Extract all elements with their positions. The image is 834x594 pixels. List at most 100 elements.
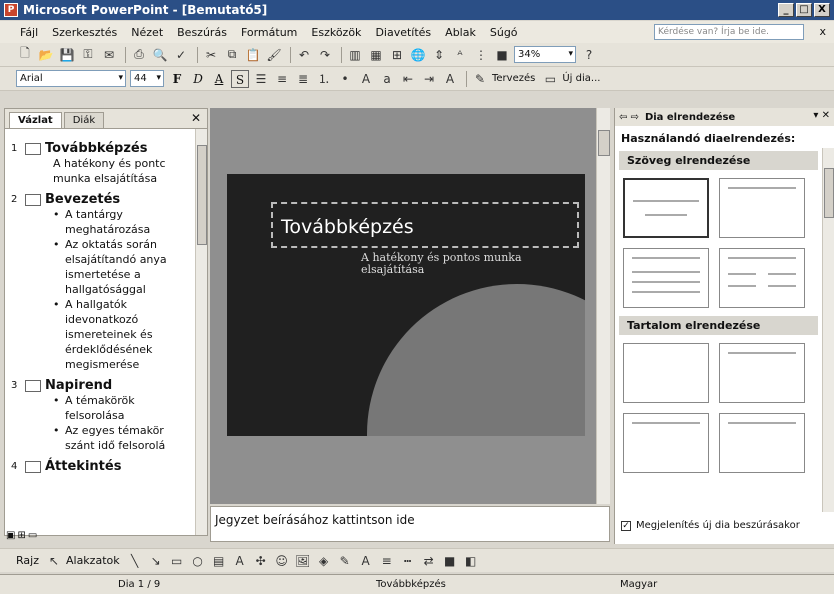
rectangle-icon[interactable]: ▭ (168, 552, 186, 570)
align-left-icon[interactable]: ☰ (252, 70, 270, 88)
tab-outline[interactable]: Vázlat (9, 112, 62, 128)
chart-icon[interactable]: ▥ (346, 46, 364, 64)
draw-menu[interactable]: Rajz (16, 554, 39, 567)
layout-title-two-content[interactable] (719, 413, 805, 473)
open-folder-icon[interactable]: 📂 (37, 46, 55, 64)
menu-slideshow[interactable]: Diavetítés (375, 26, 431, 39)
line-color-icon[interactable]: ✎ (336, 552, 354, 570)
bold-button[interactable]: F (168, 70, 186, 88)
outline-scrollbar[interactable] (195, 129, 207, 535)
slideshow-icon[interactable]: ▭ (28, 530, 37, 541)
color-grayscale-icon[interactable]: ■ (493, 46, 511, 64)
permission-icon[interactable]: ⚿ (79, 46, 97, 64)
email-icon[interactable]: ✉ (100, 46, 118, 64)
tab-slides[interactable]: Diák (63, 112, 105, 128)
redo-icon[interactable]: ↷ (316, 46, 334, 64)
font-color-icon[interactable]: A (357, 552, 375, 570)
slide-title[interactable]: Továbbképzés (281, 216, 414, 238)
bullets-icon[interactable]: • (336, 70, 354, 88)
wordart-icon[interactable]: A (231, 552, 249, 570)
align-right-icon[interactable]: ≣ (294, 70, 312, 88)
layout-title-text[interactable] (623, 248, 709, 308)
outline-slide-2[interactable]: 2 Bevezetés (11, 192, 197, 207)
help-search-input[interactable]: Kérdése van? Írja be ide. (654, 24, 804, 40)
menu-window[interactable]: Ablak (445, 26, 476, 39)
show-formatting-icon[interactable]: ᴬ (451, 46, 469, 64)
slide-sorter-icon[interactable]: ⊞ (17, 530, 25, 541)
arrow-style-icon[interactable]: ⇄ (420, 552, 438, 570)
paste-icon[interactable]: 📋 (244, 46, 262, 64)
grid-icon[interactable]: ⋮ (472, 46, 490, 64)
menu-tools[interactable]: Eszközök (311, 26, 361, 39)
decrease-indent-icon[interactable]: ⇤ (399, 70, 417, 88)
copy-icon[interactable]: ⧉ (223, 46, 241, 64)
cut-icon[interactable]: ✂ (202, 46, 220, 64)
menu-view[interactable]: Nézet (131, 26, 163, 39)
save-icon[interactable]: 💾 (58, 46, 76, 64)
layout-title-only[interactable] (719, 178, 805, 238)
table-icon[interactable]: ▦ (367, 46, 385, 64)
task-pane-scrollbar[interactable] (822, 148, 834, 512)
underline-button[interactable]: A (210, 70, 228, 88)
format-painter-icon[interactable]: 🖌 (265, 46, 283, 64)
close-button[interactable]: X (814, 3, 830, 17)
design-button[interactable]: Tervezés (492, 73, 535, 84)
line-style-icon[interactable]: ≡ (378, 552, 396, 570)
minimize-button[interactable]: _ (778, 3, 794, 17)
document-close-icon[interactable]: x (819, 25, 826, 38)
outline-slide-1[interactable]: 1 Továbbképzés (11, 141, 197, 156)
close-icon[interactable]: ✕ (191, 111, 201, 125)
slide-canvas[interactable]: Továbbképzés A hatékony és pontos munka e… (227, 174, 585, 436)
font-name-select[interactable]: Arial (16, 70, 126, 87)
diagram-icon[interactable]: ✣ (252, 552, 270, 570)
menu-edit[interactable]: Szerkesztés (52, 26, 117, 39)
oval-icon[interactable]: ○ (189, 552, 207, 570)
clipart-icon[interactable]: ☺ (273, 552, 291, 570)
expand-all-icon[interactable]: ⇕ (430, 46, 448, 64)
italic-button[interactable]: D (189, 70, 207, 88)
3d-icon[interactable]: ◧ (462, 552, 480, 570)
show-on-insert-checkbox[interactable]: ✓ Megjelenítés új dia beszúrásakor (621, 520, 800, 531)
normal-view-icon[interactable]: ▣ (6, 530, 15, 541)
increase-indent-icon[interactable]: ⇥ (420, 70, 438, 88)
print-icon[interactable]: ⎙ (130, 46, 148, 64)
line-icon[interactable]: ╲ (126, 552, 144, 570)
new-slide-icon[interactable]: ▭ (541, 70, 559, 88)
menu-file[interactable]: Fájl (20, 26, 38, 39)
undo-icon[interactable]: ↶ (295, 46, 313, 64)
layout-two-columns[interactable] (719, 248, 805, 308)
increase-font-icon[interactable]: A (357, 70, 375, 88)
textbox-icon[interactable]: ▤ (210, 552, 228, 570)
checkbox[interactable]: ✓ (621, 520, 631, 531)
decrease-font-icon[interactable]: a (378, 70, 396, 88)
maximize-button[interactable]: □ (796, 3, 812, 17)
menu-format[interactable]: Formátum (241, 26, 297, 39)
menu-insert[interactable]: Beszúrás (177, 26, 227, 39)
menu-help[interactable]: Súgó (490, 26, 518, 39)
select-arrow-icon[interactable]: ↖ (45, 552, 63, 570)
layout-content[interactable] (719, 343, 805, 403)
fill-color-icon[interactable]: ◈ (315, 552, 333, 570)
font-color-icon[interactable]: A (441, 70, 459, 88)
layout-blank[interactable] (623, 343, 709, 403)
layout-title-content[interactable] (623, 413, 709, 473)
picture-icon[interactable]: 🖼 (294, 552, 312, 570)
slide-subtitle[interactable]: A hatékony és pontos munka elsajátítása (361, 252, 561, 276)
layout-title-slide[interactable] (623, 178, 709, 238)
autoshapes-menu[interactable]: Alakzatok (66, 554, 120, 567)
hyperlink-icon[interactable]: 🌐 (409, 46, 427, 64)
design-icon[interactable]: ✎ (471, 70, 489, 88)
shadow-icon[interactable]: ■ (441, 552, 459, 570)
outline-slide-4[interactable]: 4 Áttekintés (11, 459, 197, 474)
back-forward-icon[interactable]: ⇦ ⇨ (619, 112, 639, 123)
outline-slide-3[interactable]: 3 Napirend (11, 378, 197, 393)
tables-borders-icon[interactable]: ⊞ (388, 46, 406, 64)
new-document-icon[interactable]: 🗋 (16, 46, 34, 64)
align-center-icon[interactable]: ≡ (273, 70, 291, 88)
dash-style-icon[interactable]: ┅ (399, 552, 417, 570)
new-slide-button[interactable]: Új dia... (562, 73, 600, 84)
print-preview-icon[interactable]: 🔍 (151, 46, 169, 64)
shadow-button[interactable]: S (231, 69, 249, 88)
close-icon[interactable]: ▾ ✕ (813, 110, 830, 121)
arrow-icon[interactable]: ↘ (147, 552, 165, 570)
